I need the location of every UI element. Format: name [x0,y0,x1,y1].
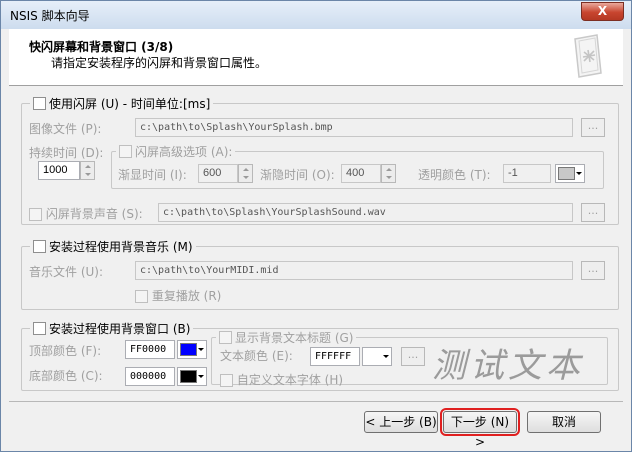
splash-checkbox[interactable] [33,97,46,110]
image-browse-button[interactable]: ... [581,118,605,137]
bottom-color-picker[interactable] [177,367,207,386]
music-file-label: 音乐文件 (U): [29,265,104,279]
duration-spinner[interactable] [80,161,95,180]
fadeout-input[interactable]: 400 [341,164,381,183]
chevron-down-icon [198,348,204,351]
sound-checkbox[interactable] [29,208,42,221]
transparent-swatch [558,167,575,180]
chevron-down-icon [383,355,389,358]
duration-input[interactable]: 1000 [38,161,80,180]
show-title-label: 显示背景文本标题 (G) [235,331,354,345]
fadein-label: 渐显时间 (I): [118,168,187,182]
image-file-input[interactable]: c:\path\to\Splash\YourSplash.bmp [135,118,573,137]
preview-text: 测试文本 [432,346,584,386]
top-color-input[interactable]: FF0000 [125,340,175,359]
duration-label: 持续时间 (D): [29,146,104,160]
splash-group: 使用闪屏 (U) - 时间单位:[ms] 图像文件 (P): c:\path\t… [21,95,619,225]
music-toggle[interactable]: 安装过程使用背景音乐 (M) [30,238,196,255]
next-button[interactable]: 下一步 (N) > [440,408,520,449]
music-label: 安装过程使用背景音乐 (M) [49,240,193,254]
sound-label: 闪屏背景声音 (S): [45,207,143,221]
font-browse-button[interactable]: ... [401,347,425,366]
music-file-input[interactable]: c:\path\to\YourMIDI.mid [135,261,573,280]
bgwindow-toggle[interactable]: 安装过程使用背景窗口 (B) [30,320,194,337]
wizard-page-icon [574,34,602,78]
page-header: 快闪屏幕和背景窗口 (3/8) 请指定安装程序的闪屏和背景窗口属性。 [9,29,623,86]
bottom-color-label: 底部颜色 (C): [29,369,103,383]
show-title-checkbox[interactable] [219,331,232,344]
music-browse-button[interactable]: ... [581,261,605,280]
fadein-spinner[interactable] [238,164,253,183]
splash-toggle[interactable]: 使用闪屏 (U) - 时间单位:[ms] [30,95,214,112]
page-subtitle: 请指定安装程序的闪屏和背景窗口属性。 [51,56,268,70]
sound-toggle[interactable]: 闪屏背景声音 (S): [29,205,143,222]
sound-file-input[interactable]: c:\path\to\Splash\YourSplashSound.wav [158,203,573,222]
wizard-window: NSIS 脚本向导 X 快闪屏幕和背景窗口 (3/8) 请指定安装程序的闪屏和背… [0,0,632,452]
top-color-swatch [180,343,197,356]
advanced-group: 闪屏高级选项 (A): 渐显时间 (I): 600 渐隐时间 (O): 400 … [111,143,604,189]
fadeout-spinner[interactable] [381,164,396,183]
top-color-label: 顶部颜色 (F): [29,344,102,358]
bgwindow-checkbox[interactable] [33,322,46,335]
back-button[interactable]: < 上一步 (B) [364,411,438,433]
fadeout-label: 渐隐时间 (O): [260,168,335,182]
bgwindow-group: 安装过程使用背景窗口 (B) 顶部颜色 (F): FF0000 底部颜色 (C)… [21,320,619,391]
text-color-label: 文本颜色 (E): [220,349,293,363]
advanced-checkbox[interactable] [119,145,132,158]
title-bar: NSIS 脚本向导 X [1,1,631,29]
window-title: NSIS 脚本向导 [10,9,90,23]
repeat-checkbox[interactable] [135,290,148,303]
wizard-body: 使用闪屏 (U) - 时间单位:[ms] 图像文件 (P): c:\path\t… [9,87,623,449]
chevron-down-icon [198,375,204,378]
close-button[interactable]: X [581,2,624,21]
custom-font-label: 自定义文本字体 (H) [236,373,344,387]
chevron-down-icon [576,172,582,175]
text-color-swatch [365,350,382,363]
repeat-toggle[interactable]: 重复播放 (R) [135,287,221,304]
custom-font-checkbox[interactable] [220,374,233,387]
sound-browse-button[interactable]: ... [581,203,605,222]
bottom-color-swatch [180,370,197,383]
cancel-button[interactable]: 取消 [527,411,601,433]
custom-font-toggle[interactable]: 自定义文本字体 (H) [220,371,343,388]
top-color-picker[interactable] [177,340,207,359]
advanced-label: 闪屏高级选项 (A): [135,145,233,159]
title-group: 显示背景文本标题 (G) 文本颜色 (E): FFFFFF ... 自定义文本字… [211,329,608,388]
page-title: 快闪屏幕和背景窗口 (3/8) [29,40,174,54]
image-file-label: 图像文件 (P): [29,122,102,136]
bottom-color-input[interactable]: 000000 [125,367,175,386]
repeat-label: 重复播放 (R) [151,289,222,303]
splash-label: 使用闪屏 (U) - 时间单位:[ms] [49,97,211,111]
show-title-toggle[interactable]: 显示背景文本标题 (G) [216,329,357,346]
music-checkbox[interactable] [33,240,46,253]
advanced-toggle[interactable]: 闪屏高级选项 (A): [116,143,236,160]
transparent-input[interactable]: -1 [503,164,551,183]
close-icon[interactable]: X [598,4,607,18]
text-color-picker[interactable] [362,347,392,366]
transparent-color-picker[interactable] [555,164,585,183]
fadein-input[interactable]: 600 [198,164,238,183]
button-separator [9,401,623,402]
transparent-label: 透明颜色 (T): [418,168,491,182]
bgwindow-label: 安装过程使用背景窗口 (B) [49,322,191,336]
music-group: 安装过程使用背景音乐 (M) 音乐文件 (U): c:\path\to\Your… [21,238,619,310]
text-color-input[interactable]: FFFFFF [310,347,360,366]
